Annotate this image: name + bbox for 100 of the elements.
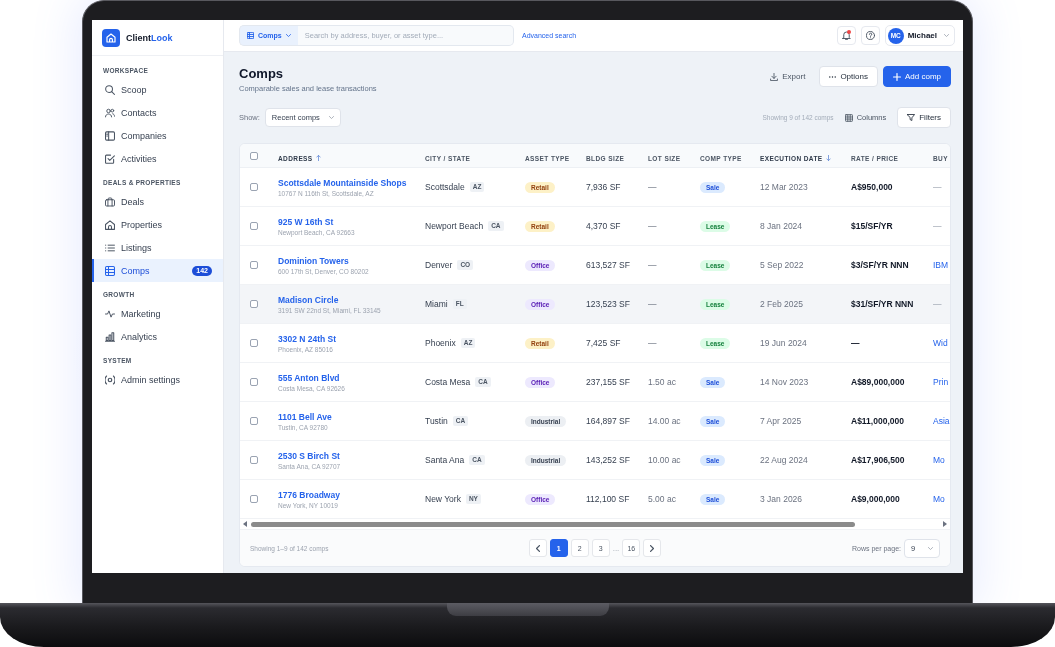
- execution-date: 5 Sep 2022: [760, 260, 804, 270]
- sidebar-item[interactable]: Properties: [92, 213, 223, 236]
- lot-size: 1.50 ac: [648, 377, 676, 387]
- building-size: 613,527 SF: [586, 260, 630, 270]
- list-icon: [105, 242, 115, 253]
- grid-icon: [844, 113, 853, 122]
- building-size: 164,897 SF: [586, 416, 630, 426]
- row-checkbox[interactable]: [250, 495, 258, 503]
- sidebar-item[interactable]: Activities: [92, 147, 223, 170]
- plus-icon: [892, 72, 901, 81]
- row-checkbox[interactable]: [250, 456, 258, 464]
- row-checkbox[interactable]: [250, 378, 258, 386]
- lot-size: —: [648, 182, 657, 192]
- download-icon: [770, 72, 779, 81]
- select-all-checkbox[interactable]: [250, 151, 258, 160]
- brand-name: ClientLook: [126, 32, 173, 43]
- rate-price: A$11,000,000: [851, 416, 904, 426]
- table-icon: [105, 265, 115, 276]
- sort-up-icon: [315, 155, 321, 161]
- notifications-button[interactable]: [836, 26, 856, 45]
- address-link[interactable]: 1776 Broadway: [278, 489, 340, 500]
- city-name: New York: [425, 493, 461, 504]
- address-link[interactable]: 2530 S Birch St: [278, 450, 340, 461]
- house-icon: [105, 219, 115, 230]
- execution-date: 7 Apr 2025: [760, 416, 802, 426]
- building-size: 237,155 SF: [586, 377, 630, 387]
- sidebar-item[interactable]: Contacts: [92, 101, 223, 124]
- city-name: Tustin: [425, 415, 448, 426]
- address-link[interactable]: 3302 N 24th St: [278, 333, 337, 344]
- lot-size: —: [648, 299, 657, 309]
- rate-price: A$17,906,500: [851, 455, 905, 465]
- address-link[interactable]: Madison Circle: [278, 294, 339, 305]
- buyer-link[interactable]: IBM: [933, 260, 949, 270]
- building-size: 4,370 SF: [586, 221, 621, 231]
- city-name: Phoenix: [425, 337, 456, 348]
- address-link[interactable]: Scottsdale Mountainside Shops: [278, 177, 407, 188]
- options-button[interactable]: Options: [819, 66, 878, 87]
- buyer-link[interactable]: Mo: [933, 494, 945, 504]
- execution-date: 22 Aug 2024: [760, 455, 808, 465]
- rate-price: $3/SF/YR NNN: [851, 260, 909, 270]
- sidebar-item[interactable]: Listings: [92, 236, 223, 259]
- sort-down-icon: [825, 155, 831, 161]
- address-link[interactable]: 555 Anton Blvd: [278, 372, 340, 383]
- search-icon: [105, 84, 115, 95]
- execution-date: 19 Jun 2024: [760, 338, 807, 348]
- sidebar-item[interactable]: Analytics: [92, 325, 223, 348]
- buyer-link[interactable]: Mo: [933, 455, 945, 465]
- rate-price: A$89,000,000: [851, 377, 905, 387]
- row-checkbox[interactable]: [250, 261, 258, 269]
- pulse-line-icon: [105, 308, 115, 319]
- bar-chart-icon: [105, 331, 115, 342]
- lot-size: 14.00 ac: [648, 416, 681, 426]
- rate-price: A$9,000,000: [851, 494, 900, 504]
- help-icon: [865, 31, 875, 40]
- lot-size: —: [648, 338, 657, 348]
- row-checkbox[interactable]: [250, 417, 258, 425]
- city-name: Denver: [425, 259, 453, 270]
- settings-icon: [105, 374, 115, 385]
- chevron-down-icon: [944, 34, 949, 37]
- sidebar-item[interactable]: Deals: [92, 190, 223, 213]
- address-link[interactable]: Dominion Towers: [278, 255, 349, 266]
- buyer-name: —: [933, 221, 942, 231]
- checked-square-icon: [105, 153, 115, 164]
- city-name: Costa Mesa: [425, 376, 471, 387]
- row-checkbox[interactable]: [250, 183, 258, 191]
- next-page-button[interactable]: [643, 539, 662, 557]
- filters-button[interactable]: Filters: [897, 107, 951, 128]
- panel-icon: [105, 130, 115, 141]
- address-link[interactable]: 925 W 16th St: [278, 216, 334, 227]
- city-name: Scottsdale: [425, 181, 465, 192]
- address-link[interactable]: 1101 Bell Ave: [278, 411, 332, 422]
- chevron-down-icon: [328, 116, 334, 119]
- rate-price: $31/SF/YR NNN: [851, 299, 914, 309]
- export-button[interactable]: Export: [767, 66, 809, 87]
- buyer-link[interactable]: Prin: [933, 377, 949, 387]
- city-name: Santa Ana: [425, 454, 465, 465]
- sidebar-item[interactable]: Admin settings: [92, 368, 223, 391]
- page-title: Comps: [239, 66, 284, 82]
- sidebar-item[interactable]: Companies: [92, 124, 223, 147]
- execution-date: 14 Nov 2023: [760, 377, 809, 387]
- previous-page-button[interactable]: [528, 539, 547, 557]
- lot-size: 10.00 ac: [648, 455, 681, 465]
- row-checkbox[interactable]: [250, 222, 258, 230]
- rate-price: —: [851, 338, 860, 348]
- rate-price: A$950,000: [851, 182, 893, 192]
- row-checkbox[interactable]: [250, 339, 258, 347]
- help-button[interactable]: [860, 26, 880, 45]
- house-logo-icon: [102, 28, 120, 47]
- buyer-link[interactable]: Asia: [933, 416, 950, 426]
- people-icon: [105, 107, 115, 118]
- briefcase-icon: [105, 196, 115, 207]
- buyer-link[interactable]: Wid: [933, 338, 948, 348]
- sidebar-item[interactable]: Marketing: [92, 302, 223, 325]
- building-size: 7,936 SF: [586, 182, 621, 192]
- add-comp-button[interactable]: Add comp: [882, 66, 951, 87]
- building-size: 7,425 SF: [586, 338, 621, 348]
- execution-date: 2 Feb 2025: [760, 299, 803, 309]
- sidebar-item[interactable]: Scoop: [92, 78, 223, 101]
- chevron-down-icon: [928, 546, 933, 550]
- row-checkbox[interactable]: [250, 300, 258, 308]
